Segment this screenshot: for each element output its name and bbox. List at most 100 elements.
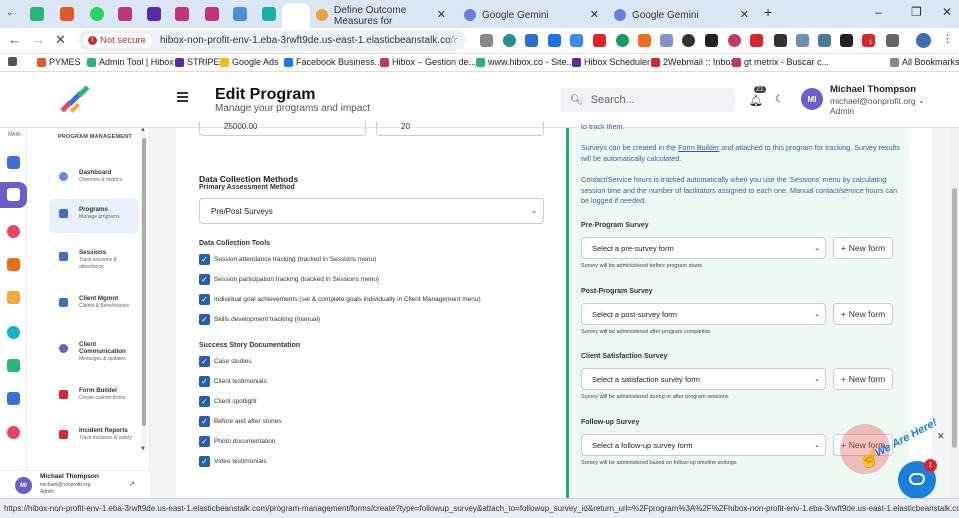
maximize-icon[interactable]: ❐ (911, 5, 922, 19)
tab-gemini-1[interactable]: Google Gemini ✕ (460, 3, 605, 28)
form-builder-link[interactable]: Form Builder (678, 143, 719, 152)
bookmark-stripe[interactable]: STRIPE (175, 57, 220, 67)
capacity-input[interactable]: 20 (376, 122, 544, 136)
close-icon[interactable]: ✕ (590, 8, 599, 21)
scroll-down-icon[interactable]: ▼ (140, 446, 146, 452)
checkbox-checked-icon[interactable]: ✓ (199, 396, 210, 407)
extension-icon[interactable] (774, 34, 787, 47)
all-bookmarks[interactable]: All Bookmarks (890, 57, 959, 67)
tab-gemini-2[interactable]: Google Gemini ✕ (610, 3, 755, 28)
page-scrollbar[interactable] (950, 128, 959, 498)
sidebar-item-client-communication[interactable]: Client Communication Messages & updates (49, 334, 139, 374)
extension-icon[interactable] (570, 34, 583, 47)
tab-define-outcome[interactable]: Define Outcome Measures for ✕ (312, 3, 452, 28)
extension-icon[interactable] (840, 34, 853, 47)
post-survey-select[interactable]: Select a post-survey form ⌄ (581, 303, 826, 325)
checkbox-checked-icon[interactable]: ✓ (199, 254, 210, 265)
chevron-down-icon[interactable]: ⌄ (918, 96, 925, 105)
new-form-button[interactable]: + New form (833, 368, 893, 390)
close-icon[interactable]: ✕ (437, 8, 446, 21)
bell-icon[interactable]: 🔔︎ (749, 94, 763, 107)
programs-icon[interactable] (7, 188, 20, 201)
bookmark-hibox-gestion[interactable]: Hibox – Gestion de... (380, 57, 476, 67)
checkbox-checked-icon[interactable]: ✓ (199, 376, 210, 387)
forward-icon[interactable]: → (32, 32, 45, 47)
bookmark-google-ads[interactable]: Google Ads (220, 57, 279, 67)
menu-kebab-icon[interactable]: ⋮ (942, 32, 953, 45)
apps-grid-icon[interactable] (8, 57, 17, 66)
extension-icon[interactable] (818, 34, 831, 47)
pinned-tab-icon[interactable] (30, 7, 44, 21)
back-icon[interactable]: ← (8, 32, 21, 47)
target-icon[interactable] (7, 225, 20, 238)
checkbox-row[interactable]: ✓ Individual goal achievements (set & com… (199, 294, 481, 305)
satisfaction-survey-select[interactable]: Select a satisfaction survey form ⌄ (581, 368, 826, 390)
scroll-thumb[interactable] (142, 138, 146, 426)
checkbox-checked-icon[interactable]: ✓ (199, 294, 210, 305)
extension-icon[interactable] (750, 34, 763, 47)
pinned-tab-icon[interactable] (262, 7, 276, 21)
pinned-tab-icon[interactable] (147, 7, 161, 21)
extension-icon[interactable] (705, 34, 718, 47)
extension-icon[interactable] (682, 34, 695, 47)
bookmark-pymes[interactable]: PYMES (37, 57, 81, 67)
bookmark-facebook[interactable]: Facebook Business... (284, 57, 382, 67)
bookmark-hibox-scheduler[interactable]: Hibox Scheduler (572, 57, 650, 67)
address-bar[interactable]: ! Not secure hibox-non-profit-env-1.eba-3… (78, 30, 466, 51)
tab-active-blank[interactable] (282, 3, 310, 28)
close-window-icon[interactable]: ✕ (942, 5, 952, 19)
bookmark-admin-tool[interactable]: Admin Tool | Hibox | (87, 57, 179, 67)
checkbox-row[interactable]: ✓ Video testimonials (199, 456, 267, 467)
tab-search-icon[interactable]: ⌄ (6, 7, 14, 18)
user-avatar[interactable]: MI (801, 88, 823, 110)
bookmark-gtmetrix[interactable]: gt metrix - Buscar c... (732, 57, 829, 67)
network-icon[interactable] (7, 359, 20, 372)
extension-icon[interactable] (638, 34, 651, 47)
checkbox-row[interactable]: ✓ Case studies (199, 356, 252, 367)
bookmark-hibox-site[interactable]: www.hibox.co - Site... (476, 57, 574, 67)
not-secure-badge[interactable]: ! Not secure (84, 33, 152, 48)
checkbox-row[interactable]: ✓ Session participation tracking (tracked… (199, 274, 379, 285)
budget-input[interactable]: 25000.00 (199, 122, 366, 136)
primary-assessment-select[interactable]: Pre/Post Surveys ⌄ (199, 198, 544, 224)
minimize-icon[interactable]: – (875, 5, 882, 19)
extension-icon[interactable] (548, 34, 561, 47)
pinned-tab-icon[interactable] (233, 7, 247, 21)
bookmark-webmail[interactable]: 2Webmail :: Inbox (651, 57, 735, 67)
checkbox-row[interactable]: ✓ Photo documentation (199, 436, 275, 447)
graduation-icon[interactable] (7, 291, 20, 304)
sidebar-item-dashboard[interactable]: Dashboard Overview & metrics (49, 162, 139, 196)
sidebar-item-incident-reports[interactable]: Incident Reports Track incidents & safet… (49, 420, 139, 454)
extension-icon[interactable] (525, 34, 538, 47)
sidebar-item-client-mgmnt[interactable]: Client Mgmnt Clients & Beneficiaries (49, 288, 139, 328)
home-icon[interactable] (7, 156, 20, 169)
gear-icon[interactable] (7, 326, 20, 339)
pinned-tab-icon[interactable] (60, 7, 74, 21)
checkbox-checked-icon[interactable]: ✓ (199, 456, 210, 467)
extensions-puzzle-icon[interactable] (886, 34, 899, 47)
sidebar-item-sessions[interactable]: Sessions Track sessions & attendance (49, 242, 139, 282)
reload-icon[interactable]: ✕ (55, 32, 66, 48)
extension-icon[interactable] (616, 34, 629, 47)
pre-survey-select[interactable]: Select a pre-survey form ⌄ (581, 237, 826, 259)
extension-icon[interactable] (503, 34, 516, 47)
hamburger-menu-icon[interactable] (177, 92, 188, 102)
sidebar-scrollbar[interactable] (141, 132, 147, 452)
scroll-thumb[interactable] (952, 188, 957, 448)
checkbox-checked-icon[interactable]: ✓ (199, 314, 210, 325)
new-form-button[interactable]: + New form (833, 303, 893, 325)
document-icon[interactable] (7, 258, 20, 271)
users-icon[interactable] (7, 392, 20, 405)
app-logo[interactable] (58, 84, 92, 114)
dark-mode-toggle-icon[interactable]: ☾ (775, 94, 784, 105)
checkbox-row[interactable]: ✓ Client spotlight (199, 396, 257, 407)
pinned-tab-icon[interactable] (205, 7, 219, 21)
checkbox-checked-icon[interactable]: ✓ (199, 436, 210, 447)
avatar[interactable]: MI (15, 477, 32, 494)
external-link-icon[interactable]: ↗ (129, 480, 135, 488)
close-icon[interactable]: ✕ (937, 431, 945, 442)
sidebar-item-form-builder[interactable]: Form Builder Create custom forms (49, 380, 139, 414)
extension-icon[interactable] (593, 34, 606, 47)
url-text[interactable]: hibox-non-profit-env-1.eba-3rwft9de.us-e… (160, 35, 450, 46)
pinned-tab-icon[interactable] (175, 7, 189, 21)
